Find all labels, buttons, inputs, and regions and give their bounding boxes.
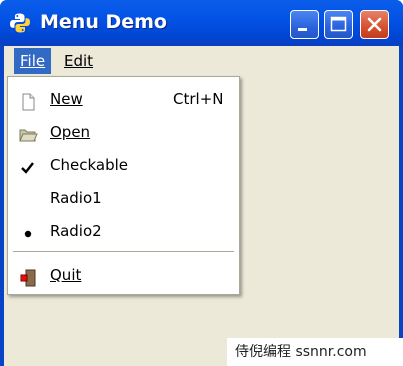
menu-item-open-label: Open [50, 123, 91, 141]
menu-separator [13, 251, 234, 253]
menu-edit-label: Edit [64, 52, 94, 70]
menu-item-quit-label: Quit [50, 266, 82, 284]
menu-file-label: File [20, 52, 46, 70]
menu-item-checkable-label: Checkable [50, 156, 128, 174]
menu-item-checkable[interactable]: Checkable [8, 149, 239, 181]
window-title: Menu Demo [40, 11, 167, 33]
menu-item-open[interactable]: Open [8, 116, 239, 148]
menu-file[interactable]: File [14, 48, 52, 74]
title-bar[interactable]: Menu Demo [0, 0, 403, 46]
menu-item-new[interactable]: New Ctrl+N [8, 83, 239, 115]
close-button[interactable] [360, 10, 389, 39]
watermark: 侍倪编程 ssnnr.com [227, 338, 403, 366]
checkmark-icon [18, 156, 38, 174]
menu-item-quit[interactable]: Quit [8, 259, 239, 291]
maximize-button[interactable] [324, 10, 353, 39]
new-shortcut: Ctrl+N [173, 90, 224, 108]
menu-item-radio2-label: Radio2 [50, 222, 102, 240]
menu-edit[interactable]: Edit [58, 48, 99, 74]
menu-item-new-label: New [50, 90, 83, 108]
file-menu-popup: New Ctrl+N Open Checkable Radio1 Radio2 [7, 76, 240, 295]
minimize-button[interactable] [290, 10, 319, 39]
open-folder-icon [18, 123, 38, 142]
python-logo-icon [9, 12, 31, 34]
minimize-icon [298, 28, 307, 31]
new-document-icon [18, 90, 38, 111]
menu-item-radio2[interactable]: Radio2 [8, 215, 239, 247]
maximize-icon [330, 16, 347, 32]
menu-item-radio1[interactable]: Radio1 [8, 182, 239, 214]
radio-dot-icon [18, 222, 38, 240]
menu-item-radio1-label: Radio1 [50, 189, 102, 207]
menu-bar: File Edit [4, 46, 399, 76]
quit-door-icon [18, 266, 38, 287]
close-icon [367, 17, 382, 32]
